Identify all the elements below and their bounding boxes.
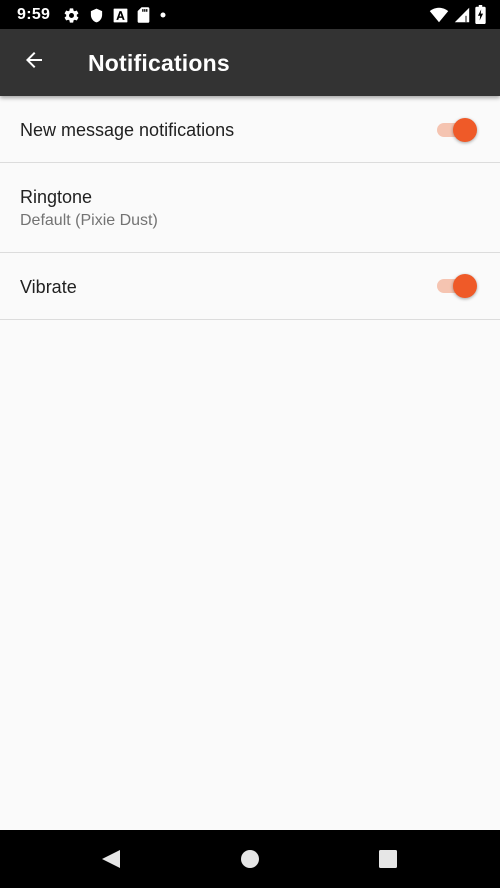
page-title: Notifications bbox=[88, 50, 230, 76]
font-a-icon bbox=[113, 8, 128, 23]
switch-thumb bbox=[453, 118, 477, 142]
cellular-signal-icon bbox=[454, 7, 470, 23]
setting-ringtone[interactable]: Ringtone Default (Pixie Dust) bbox=[0, 163, 500, 253]
status-bar: 9:59 bbox=[0, 0, 500, 29]
nav-recents-icon bbox=[377, 850, 399, 874]
dot-icon bbox=[159, 11, 167, 19]
switch-thumb bbox=[453, 274, 477, 298]
setting-vibrate[interactable]: Vibrate bbox=[0, 253, 500, 320]
back-button[interactable] bbox=[14, 42, 54, 82]
nav-back-icon bbox=[100, 850, 122, 874]
vibrate-switch[interactable] bbox=[437, 274, 477, 298]
setting-summary: Default (Pixie Dust) bbox=[20, 212, 158, 229]
app-bar: Notifications bbox=[0, 29, 500, 96]
wifi-icon bbox=[429, 7, 449, 23]
nav-home-icon bbox=[239, 850, 261, 874]
nav-home-button[interactable] bbox=[239, 848, 261, 870]
new-message-notifications-switch[interactable] bbox=[437, 118, 477, 142]
settings-gear-icon bbox=[63, 7, 80, 24]
battery-charging-icon bbox=[475, 5, 486, 24]
setting-new-message-notifications[interactable]: New message notifications bbox=[0, 96, 500, 163]
status-icons-right bbox=[429, 5, 486, 24]
nav-recents-button[interactable] bbox=[377, 848, 399, 870]
setting-title: Vibrate bbox=[20, 277, 77, 297]
shield-icon bbox=[89, 7, 104, 24]
sd-card-icon bbox=[137, 7, 150, 23]
navigation-bar bbox=[0, 830, 500, 888]
arrow-back-icon bbox=[22, 48, 46, 77]
status-icons-left bbox=[63, 6, 167, 24]
status-time: 9:59 bbox=[17, 6, 51, 23]
nav-back-button[interactable] bbox=[100, 848, 122, 870]
settings-list: New message notifications Ringtone Defau… bbox=[0, 96, 500, 320]
setting-title: Ringtone bbox=[20, 187, 93, 207]
setting-title: New message notifications bbox=[20, 120, 235, 140]
